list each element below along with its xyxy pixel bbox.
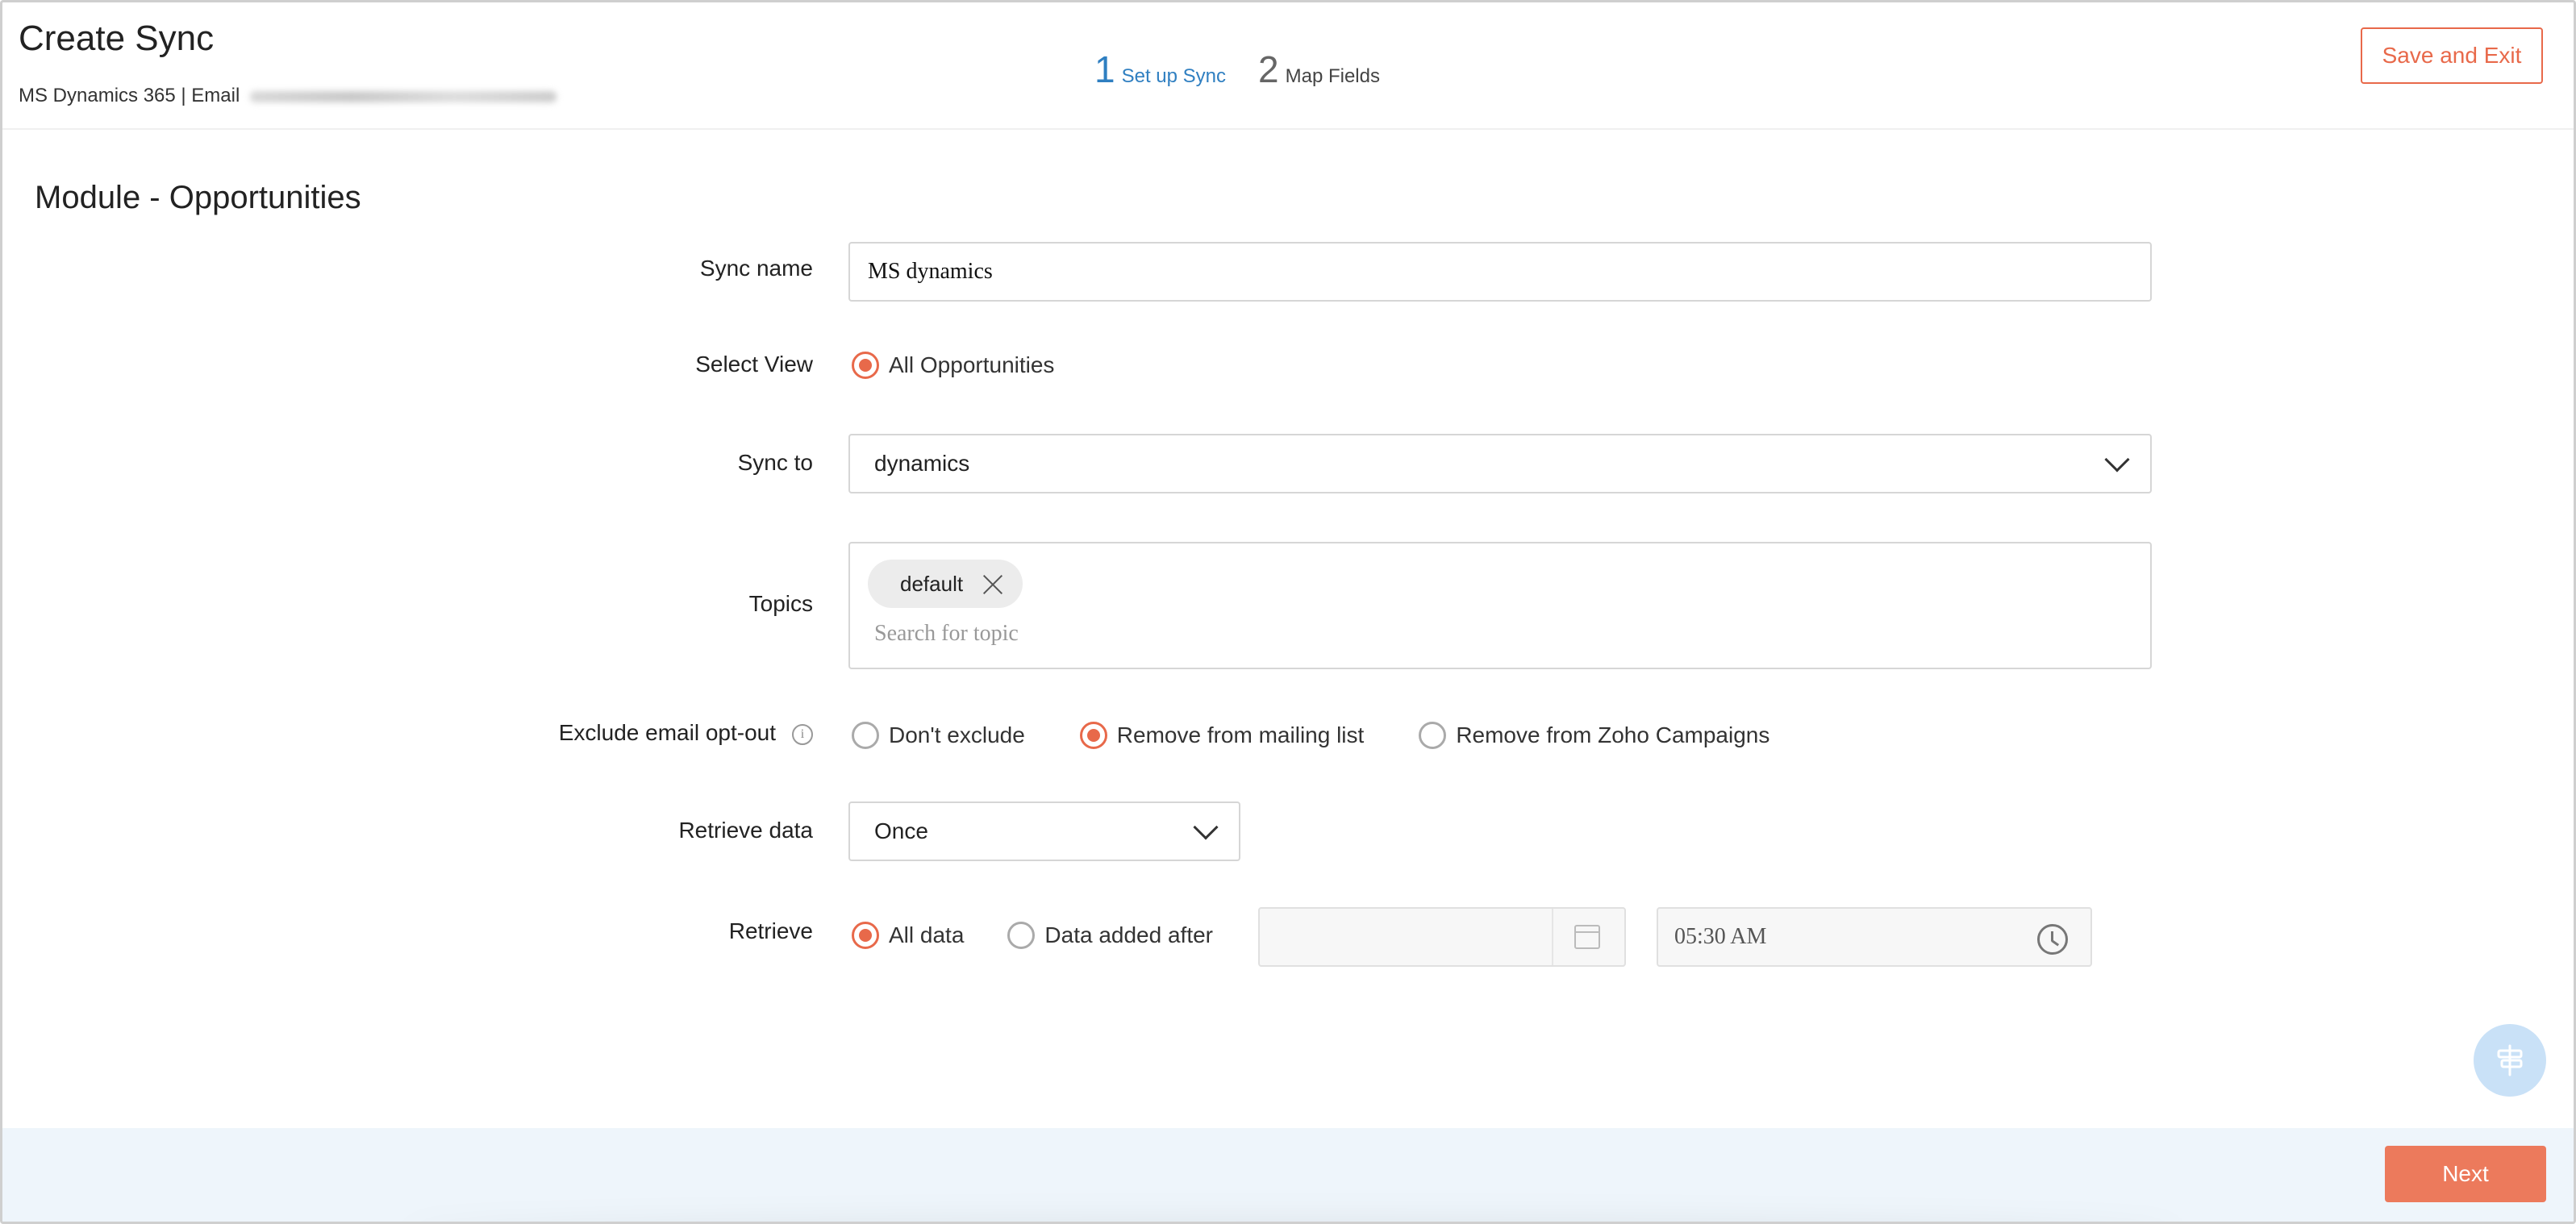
- date-divider: [1552, 909, 1553, 965]
- retrieve-data-label: Retrieve data: [678, 818, 813, 843]
- radio-label: Data added after: [1044, 922, 1213, 947]
- radio-indicator: [852, 352, 879, 379]
- exclude-opt-out-text: Exclude email opt-out: [558, 720, 776, 745]
- chevron-down-icon: [2104, 447, 2130, 473]
- radio-data-added-after[interactable]: Data added after: [1007, 922, 1213, 949]
- redacted-email: [249, 90, 556, 102]
- radio-label: All Opportunities: [889, 352, 1055, 377]
- radio-dont-exclude[interactable]: Don't exclude: [852, 722, 1025, 749]
- step-number: 1: [1094, 48, 1115, 90]
- sync-to-value: dynamics: [874, 451, 970, 476]
- topics-field: default: [848, 542, 2152, 669]
- page-title: Create Sync: [19, 19, 215, 58]
- topic-search-input[interactable]: [874, 621, 1600, 647]
- help-fab-icon: [2497, 1044, 2523, 1076]
- step-setup-sync[interactable]: 1 Set up Sync: [1094, 48, 1226, 91]
- footer-bar: Next: [2, 1128, 2574, 1222]
- topic-chip: default: [868, 560, 1023, 608]
- radio-indicator: [1419, 722, 1447, 749]
- step-indicator: 1 Set up Sync 2 Map Fields: [1094, 48, 1380, 91]
- radio-remove-zoho-campaigns[interactable]: Remove from Zoho Campaigns: [1419, 722, 1769, 749]
- exclude-opt-out-label: Exclude email opt-out i: [559, 720, 813, 746]
- footer-shadow: [406, 1218, 2180, 1222]
- select-view-label: Select View: [695, 352, 813, 377]
- radio-all-opportunities[interactable]: All Opportunities: [852, 352, 1054, 379]
- radio-indicator: [852, 722, 879, 749]
- date-input[interactable]: [1258, 907, 1626, 967]
- save-and-exit-button[interactable]: Save and Exit: [2361, 27, 2543, 84]
- retrieve-data-value: Once: [874, 818, 928, 843]
- step-label: Set up Sync: [1121, 65, 1227, 87]
- radio-label: Remove from mailing list: [1116, 722, 1365, 747]
- module-title: Module - Opportunities: [35, 180, 361, 215]
- radio-label: Don't exclude: [889, 722, 1025, 747]
- subtitle-text: MS Dynamics 365 | Email: [19, 85, 240, 106]
- retrieve-group: All data Data added after: [852, 922, 1213, 949]
- radio-all-data[interactable]: All data: [852, 922, 964, 949]
- radio-indicator: [1007, 922, 1036, 949]
- topics-label: Topics: [748, 591, 813, 616]
- calendar-icon[interactable]: [1574, 925, 1600, 949]
- retrieve-data-select[interactable]: Once: [848, 801, 1240, 861]
- page-subtitle: MS Dynamics 365 | Email: [19, 85, 556, 107]
- radio-indicator: [852, 922, 879, 949]
- step-label: Map Fields: [1285, 65, 1380, 87]
- radio-indicator: [1079, 722, 1107, 749]
- retrieve-label: Retrieve: [728, 918, 813, 943]
- radio-label: All data: [889, 922, 965, 947]
- radio-remove-mailing-list[interactable]: Remove from mailing list: [1079, 722, 1365, 749]
- chevron-down-icon: [1193, 814, 1219, 840]
- close-icon[interactable]: [982, 573, 1003, 594]
- topic-chip-label: default: [900, 571, 964, 596]
- select-view-group: All Opportunities: [852, 352, 1054, 379]
- radio-label: Remove from Zoho Campaigns: [1456, 722, 1770, 747]
- sync-to-select[interactable]: dynamics: [848, 434, 2152, 493]
- step-map-fields[interactable]: 2 Map Fields: [1258, 48, 1380, 91]
- exclude-opt-out-group: Don't exclude Remove from mailing list R…: [852, 722, 1769, 749]
- step-number: 2: [1258, 48, 1279, 90]
- sync-to-label: Sync to: [737, 450, 813, 475]
- header: Create Sync MS Dynamics 365 | Email 1 Se…: [2, 2, 2574, 130]
- app-window: Create Sync MS Dynamics 365 | Email 1 Se…: [0, 0, 2576, 1224]
- time-input[interactable]: 05:30 AM: [1657, 907, 2092, 967]
- clock-icon[interactable]: [2037, 924, 2068, 955]
- sync-name-label: Sync name: [699, 256, 813, 281]
- next-button[interactable]: Next: [2385, 1146, 2546, 1202]
- info-icon[interactable]: i: [792, 723, 813, 745]
- time-value: 05:30 AM: [1674, 924, 1767, 949]
- sync-name-input[interactable]: [848, 242, 2152, 302]
- help-fab-button[interactable]: [2474, 1024, 2546, 1097]
